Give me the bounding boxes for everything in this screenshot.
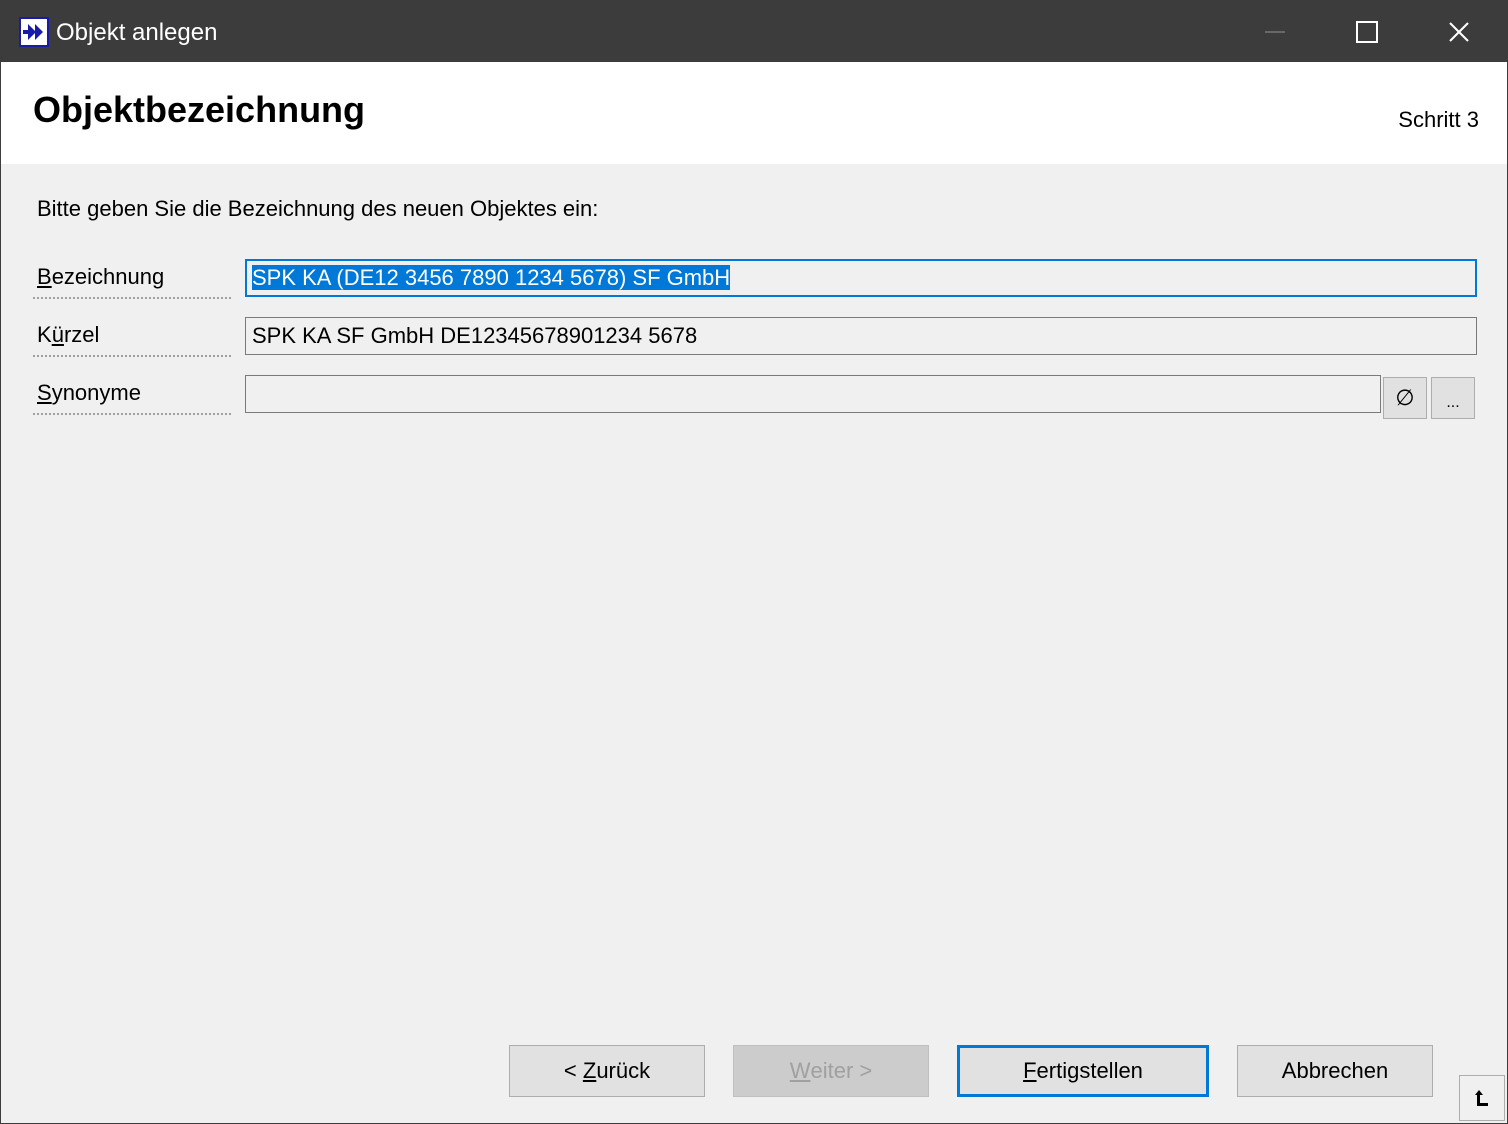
empty-set-icon: ∅ — [1395, 385, 1415, 410]
browse-synonyme-button[interactable]: ... — [1431, 377, 1475, 419]
minimize-icon — [1265, 30, 1285, 33]
step-indicator: Schritt 3 — [1398, 107, 1479, 132]
kuerzel-label: Kürzel — [33, 317, 231, 357]
wizard-header: Objektbezeichnung Schritt 3 — [1, 62, 1507, 164]
kuerzel-input[interactable]: SPK KA SF GmbH DE12345678901234 5678 — [245, 317, 1477, 355]
window-title: Objekt anlegen — [56, 19, 218, 46]
arrow-up-icon — [1475, 1090, 1488, 1106]
back-button[interactable]: < Zurück — [509, 1045, 705, 1097]
ellipsis-icon: ... — [1446, 394, 1460, 411]
clear-synonyme-button[interactable]: ∅ — [1383, 377, 1427, 419]
finish-button[interactable]: Fertigstellen — [957, 1045, 1209, 1097]
bezeichnung-label: Bezeichnung — [33, 259, 231, 299]
kuerzel-value: SPK KA SF GmbH DE12345678901234 5678 — [252, 323, 698, 348]
next-button[interactable]: Weiter > — [733, 1045, 929, 1097]
synonyme-input[interactable] — [245, 375, 1381, 413]
page-title: Objektbezeichnung — [33, 89, 366, 130]
cancel-button[interactable]: Abbrechen — [1237, 1045, 1433, 1097]
maximize-icon — [1356, 20, 1378, 43]
maximize-button[interactable] — [1321, 1, 1413, 62]
field-row-synonyme: Synonyme — [1, 375, 1507, 417]
field-row-kuerzel: Kürzel SPK KA SF GmbH DE12345678901234 5… — [1, 317, 1507, 359]
resize-grip-icon[interactable] — [1459, 1075, 1505, 1121]
bezeichnung-input[interactable]: SPK KA (DE12 3456 7890 1234 5678) SF Gmb… — [245, 259, 1477, 297]
field-row-bezeichnung: Bezeichnung SPK KA (DE12 3456 7890 1234 … — [1, 259, 1507, 301]
title-bar[interactable]: Objekt anlegen — [1, 1, 1507, 62]
minimize-button[interactable] — [1229, 1, 1321, 62]
close-button[interactable] — [1413, 1, 1505, 62]
bezeichnung-value: SPK KA (DE12 3456 7890 1234 5678) SF Gmb… — [252, 265, 731, 290]
instruction-text: Bitte geben Sie die Bezeichnung des neue… — [37, 196, 599, 221]
double-arrow-right-icon — [19, 17, 49, 47]
synonyme-label: Synonyme — [33, 375, 231, 415]
wizard-window: Objekt anlegen Objektbezeichnung Schritt… — [0, 0, 1508, 1124]
close-icon — [1449, 21, 1469, 42]
